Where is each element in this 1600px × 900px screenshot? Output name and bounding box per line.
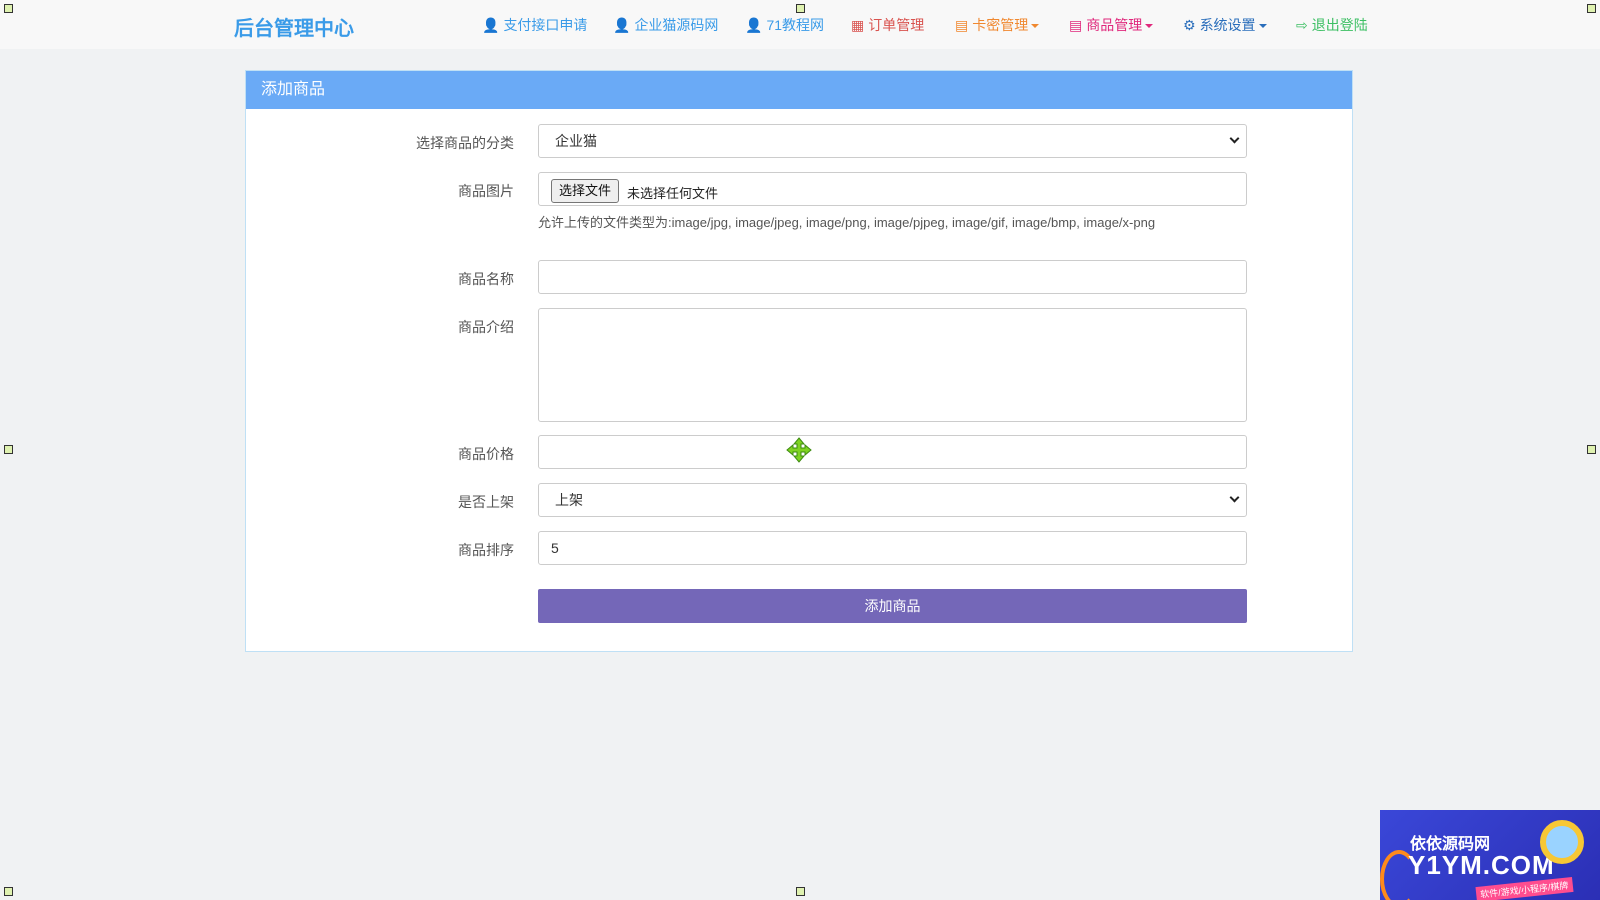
price-label: 商品价格: [458, 446, 514, 462]
sort-input[interactable]: 5: [538, 531, 1247, 565]
user-icon: 👤: [745, 17, 763, 33]
caret-down-icon: [1258, 24, 1267, 28]
file-type-help: 允许上传的文件类型为:image/jpg, image/jpeg, image/…: [538, 215, 1156, 230]
nav-item-label: 企业猫源码网: [634, 17, 719, 33]
list-icon: ▤: [955, 17, 969, 33]
nav-item-logout[interactable]: ⇨ 退出登陆: [1296, 15, 1368, 35]
category-select[interactable]: 企业猫: [538, 124, 1247, 158]
listed-label: 是否上架: [458, 494, 514, 510]
watermark-line2: Y1YM.COM: [1408, 850, 1555, 880]
nav-item-payment-api[interactable]: 👤 支付接口申请: [482, 15, 587, 35]
add-product-button[interactable]: 添加商品: [538, 589, 1247, 623]
calendar-icon: ▦: [851, 17, 865, 33]
description-label: 商品介绍: [458, 319, 514, 335]
caret-down-icon: [1145, 24, 1154, 28]
resize-handle[interactable]: [796, 887, 805, 896]
category-label: 选择商品的分类: [416, 135, 514, 151]
brand-title[interactable]: 后台管理中心: [234, 12, 354, 41]
image-file-input[interactable]: 选择文件 未选择任何文件: [538, 172, 1247, 206]
choose-file-button[interactable]: 选择文件: [551, 179, 620, 203]
panel-title: 添加商品: [246, 71, 1352, 109]
image-label: 商品图片: [458, 183, 514, 199]
price-input[interactable]: [538, 435, 1247, 469]
name-label: 商品名称: [458, 271, 514, 287]
description-textarea[interactable]: [538, 308, 1247, 422]
nav-item-settings-dropdown[interactable]: ⚙ 系统设置: [1183, 15, 1267, 35]
resize-handle[interactable]: [4, 887, 13, 896]
nav-item-cards-dropdown[interactable]: ▤ 卡密管理: [955, 15, 1040, 35]
logout-icon: ⇨: [1296, 17, 1308, 33]
resize-handle[interactable]: [4, 4, 13, 13]
nav-item-71-tutorial[interactable]: 👤 71教程网: [745, 15, 824, 35]
nav-item-label: 71教程网: [766, 17, 825, 33]
nav-item-label: 退出登陆: [1311, 17, 1368, 33]
magnifier-icon: [1540, 820, 1584, 864]
nav-item-qiyemao[interactable]: 👤 企业猫源码网: [613, 15, 718, 35]
chevron-down-icon: [1229, 492, 1240, 503]
category-selected-value: 企业猫: [555, 133, 597, 149]
nav-item-label: 支付接口申请: [503, 17, 588, 33]
nav-item-label: 系统设置: [1199, 17, 1256, 33]
resize-handle[interactable]: [796, 4, 805, 13]
watermark-logo: 依依源码网 Y1YM.COM 软件/游戏/小程序/棋牌: [1380, 810, 1600, 900]
nav-item-label: 卡密管理: [972, 17, 1029, 33]
nav-item-label: 订单管理: [868, 17, 925, 33]
nav-item-orders[interactable]: ▦ 订单管理: [851, 15, 924, 35]
sort-label: 商品排序: [458, 542, 514, 558]
list-icon: ▤: [1069, 17, 1083, 33]
resize-handle[interactable]: [1587, 445, 1596, 454]
user-icon: 👤: [613, 17, 631, 33]
listed-select[interactable]: 上架: [538, 483, 1247, 517]
name-input[interactable]: [538, 260, 1247, 294]
resize-handle[interactable]: [1587, 4, 1596, 13]
nav-item-products-dropdown[interactable]: ▤ 商品管理: [1069, 15, 1154, 35]
chevron-down-icon: [1229, 133, 1240, 144]
nav-item-label: 商品管理: [1086, 17, 1143, 33]
resize-handle[interactable]: [4, 445, 13, 454]
caret-down-icon: [1031, 24, 1040, 28]
add-product-panel: 添加商品 选择商品的分类 企业猫 商品图片 选择文件 未选择任何文件 允许上传的…: [245, 70, 1353, 652]
listed-selected-value: 上架: [555, 492, 583, 508]
gear-icon: ⚙: [1183, 17, 1196, 33]
move-cursor-icon[interactable]: [786, 437, 812, 463]
user-icon: 👤: [482, 17, 500, 33]
file-status-text: 未选择任何文件: [627, 186, 719, 201]
